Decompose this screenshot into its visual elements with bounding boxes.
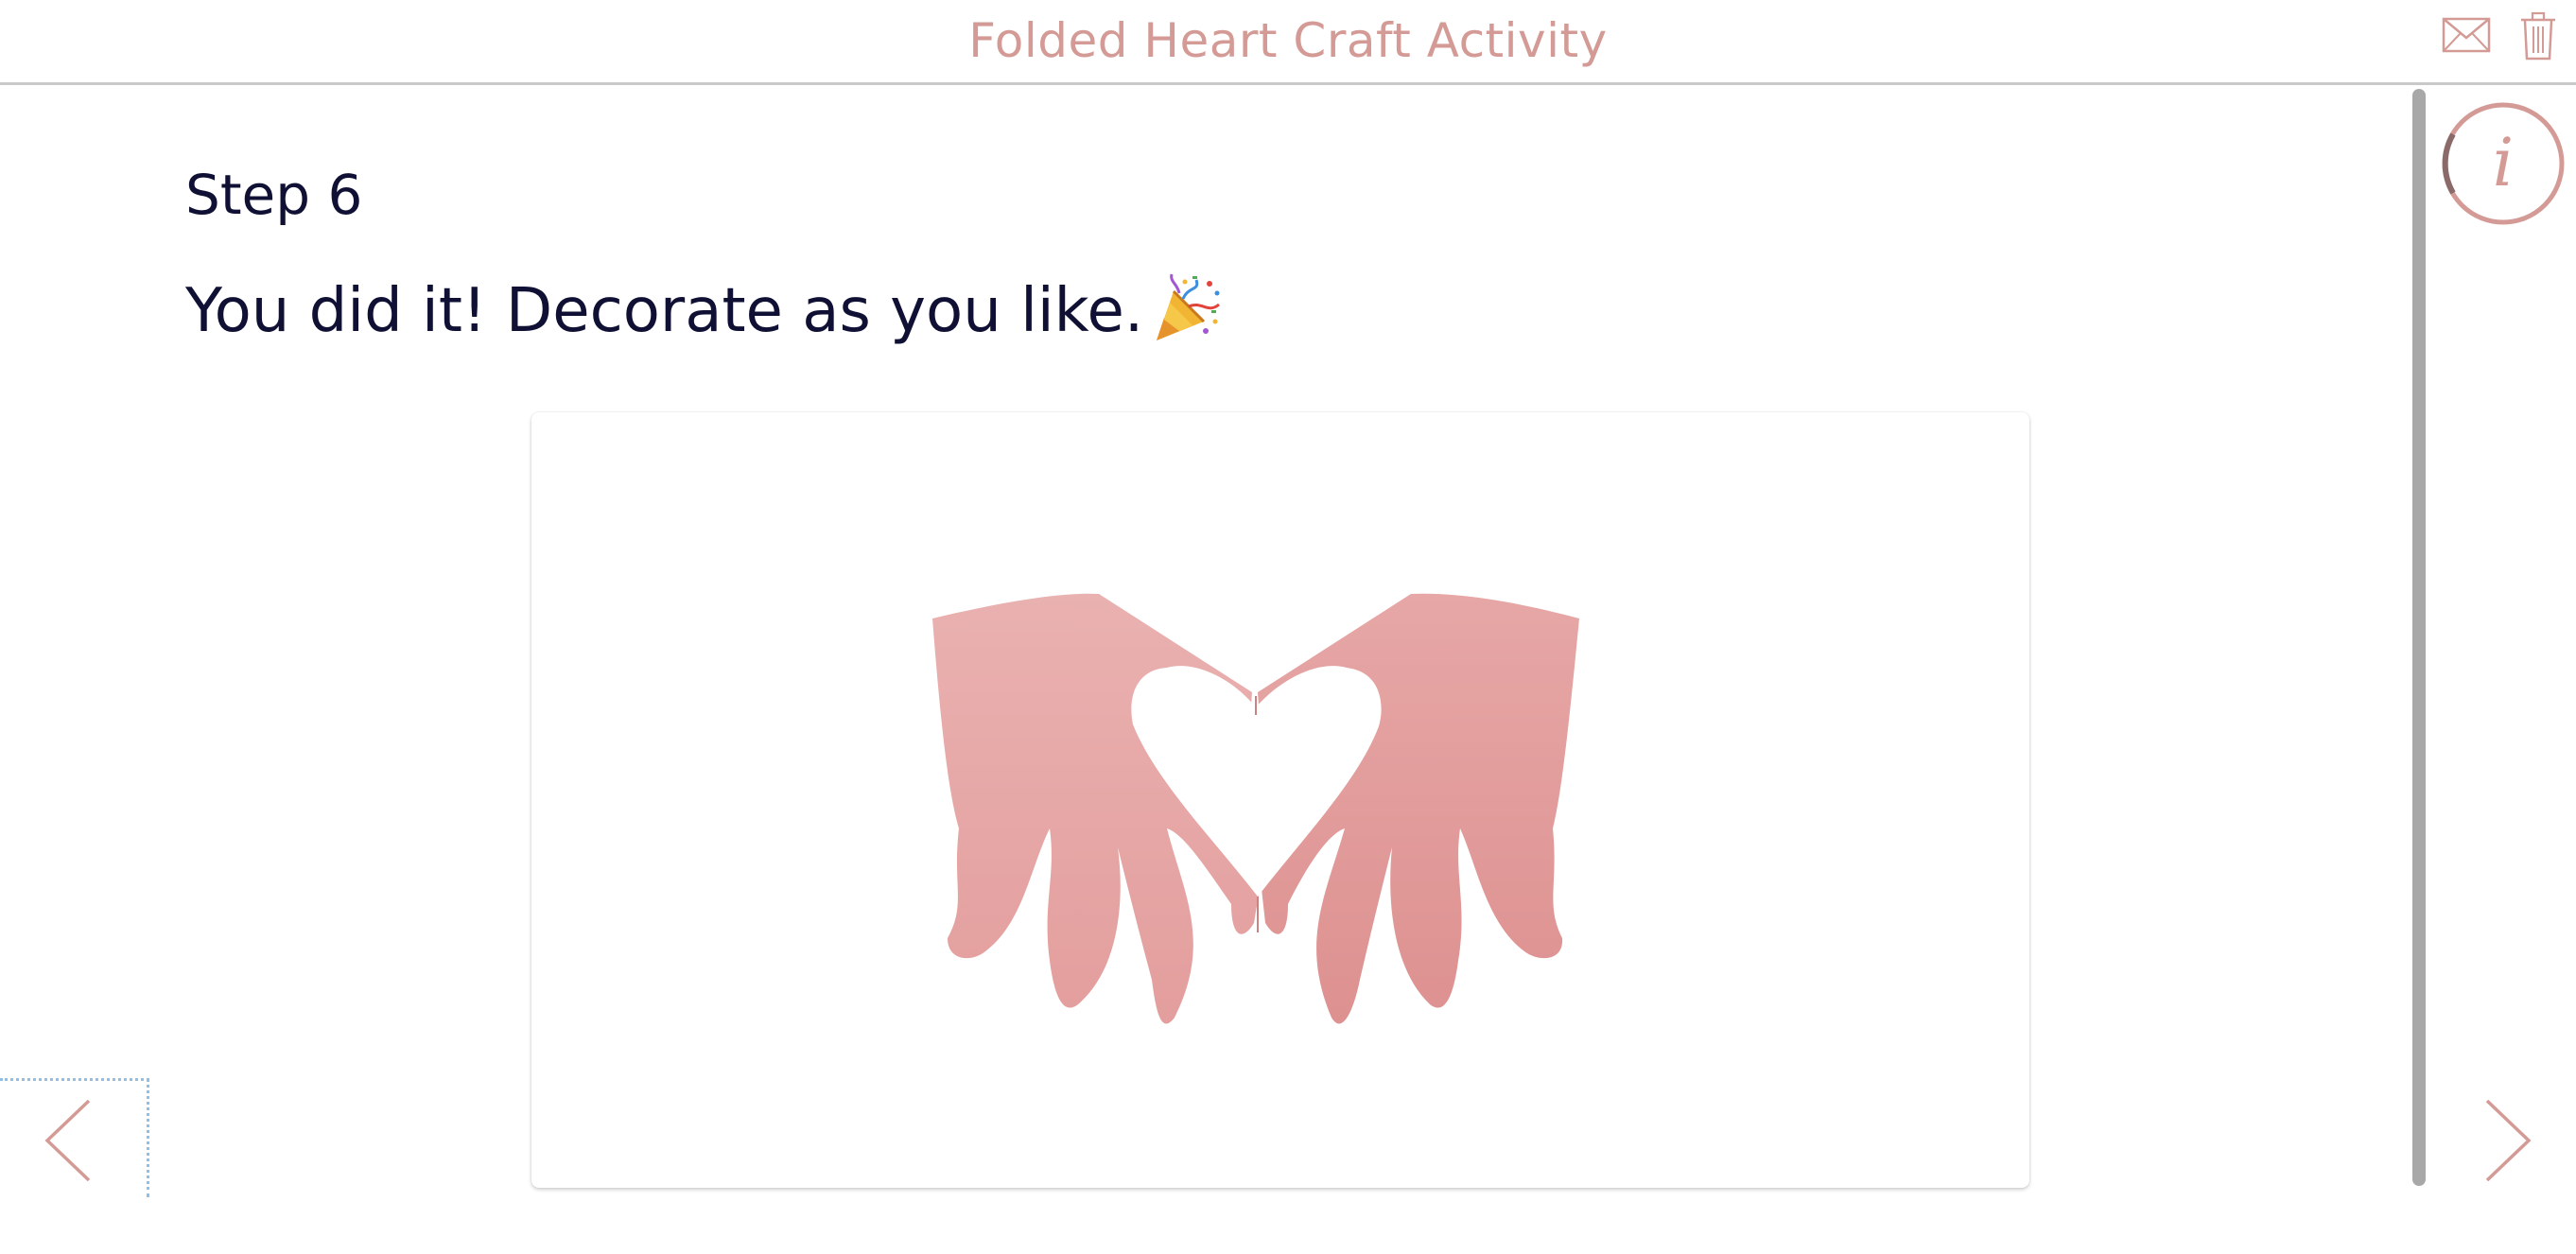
chevron-left-icon[interactable] (42, 1097, 95, 1184)
info-icon[interactable]: i (2440, 100, 2567, 227)
vertical-scrollbar[interactable] (2412, 89, 2426, 1186)
trash-icon[interactable] (2519, 11, 2557, 61)
page-title: Folded Heart Craft Activity (968, 13, 1608, 68)
mail-icon[interactable] (2442, 17, 2491, 53)
svg-text:i: i (2493, 124, 2514, 201)
instruction-label: You did it! Decorate as you like. (185, 276, 1144, 346)
instruction-text: You did it! Decorate as you like. (185, 274, 1223, 350)
paper-hands-heart-image (932, 593, 1579, 1024)
app-window: Folded Heart Craft Activity Step 6 You d (0, 0, 2576, 1254)
party-popper-icon (1151, 272, 1223, 344)
step-heading: Step 6 (185, 163, 363, 227)
step-image-card (531, 412, 2029, 1188)
chevron-right-icon[interactable] (2481, 1097, 2534, 1184)
header-bar: Folded Heart Craft Activity (0, 0, 2576, 85)
